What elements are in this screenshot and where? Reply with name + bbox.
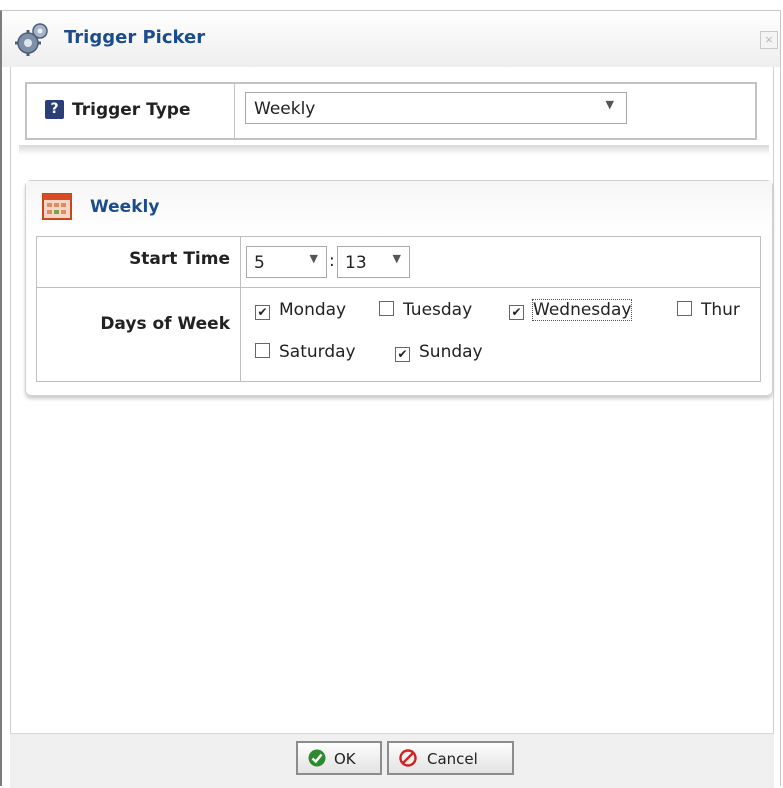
- day-checkbox-saturday[interactable]: Saturday: [255, 342, 356, 362]
- calendar-icon: [42, 193, 72, 220]
- day-label: Wednesday: [531, 299, 633, 321]
- trigger-type-select[interactable]: Weekly ▼: [245, 92, 627, 124]
- days-of-week-group: ✔ Monday Tuesday ✔ Wednesday Thur Saturday…: [241, 288, 760, 381]
- day-label: Saturday: [279, 342, 356, 362]
- cancel-icon: [399, 749, 417, 767]
- trigger-type-label: Trigger Type: [72, 100, 191, 120]
- day-label: Thur: [701, 300, 740, 320]
- checkmark-icon: [308, 749, 326, 767]
- checkbox-icon[interactable]: [379, 301, 394, 316]
- trigger-type-value: Weekly: [254, 99, 316, 119]
- dialog-body: ? Trigger Type Weekly ▼ Weekly Start Tim…: [10, 67, 774, 786]
- close-button[interactable]: ×: [760, 31, 778, 49]
- chevron-down-icon: ▼: [309, 252, 318, 265]
- panel-shadow: [19, 145, 769, 155]
- day-checkbox-sunday[interactable]: ✔ Sunday: [395, 342, 483, 362]
- chevron-down-icon: ▼: [392, 252, 401, 265]
- checkbox-icon[interactable]: ✔: [509, 305, 524, 320]
- start-minute-select[interactable]: 13 ▼: [337, 246, 410, 278]
- help-icon[interactable]: ?: [45, 100, 64, 119]
- schedule-form-grid: Start Time 5 ▼ : 13 ▼ Days of Week ✔ Mond…: [36, 236, 761, 382]
- chevron-down-icon: ▼: [605, 98, 614, 111]
- close-icon: ×: [764, 33, 774, 46]
- day-label: Sunday: [419, 342, 483, 362]
- day-checkbox-monday[interactable]: ✔ Monday: [255, 300, 346, 320]
- dialog-titlebar[interactable]: Trigger Picker ×: [2, 11, 780, 67]
- background-strip: [0, 0, 783, 10]
- ok-label: OK: [334, 750, 356, 768]
- start-hour-select[interactable]: 5 ▼: [246, 246, 327, 278]
- trigger-type-panel: ? Trigger Type Weekly ▼: [25, 82, 757, 140]
- weekly-panel-header: Weekly: [26, 181, 772, 235]
- day-label: Monday: [279, 300, 347, 320]
- start-hour-value: 5: [254, 253, 265, 273]
- ok-button[interactable]: OK: [296, 741, 382, 775]
- cancel-button[interactable]: Cancel: [387, 741, 514, 775]
- day-checkbox-wednesday[interactable]: ✔ Wednesday: [509, 299, 633, 321]
- day-label: Tuesday: [403, 300, 473, 320]
- day-checkbox-tuesday[interactable]: Tuesday: [379, 300, 472, 320]
- checkbox-icon[interactable]: [677, 301, 692, 316]
- day-checkbox-thursday[interactable]: Thur: [677, 300, 740, 320]
- divider: [234, 84, 235, 138]
- time-separator: :: [329, 251, 335, 271]
- start-minute-value: 13: [345, 253, 367, 273]
- start-time-label: Start Time: [129, 249, 230, 269]
- dialog-title: Trigger Picker: [64, 27, 206, 48]
- cancel-label: Cancel: [427, 750, 478, 768]
- weekly-panel-title: Weekly: [90, 197, 160, 217]
- checkbox-icon[interactable]: [255, 343, 270, 358]
- weekly-panel: Weekly Start Time 5 ▼ : 13 ▼ Days of Wee…: [25, 180, 773, 396]
- gears-icon: [15, 23, 48, 56]
- days-of-week-label: Days of Week: [100, 314, 230, 334]
- checkbox-icon[interactable]: ✔: [255, 305, 270, 320]
- checkbox-icon[interactable]: ✔: [395, 347, 410, 362]
- trigger-picker-dialog: Trigger Picker × ? Trigger Type Weekly ▼: [0, 10, 781, 788]
- dialog-footer: OK Cancel: [10, 733, 774, 788]
